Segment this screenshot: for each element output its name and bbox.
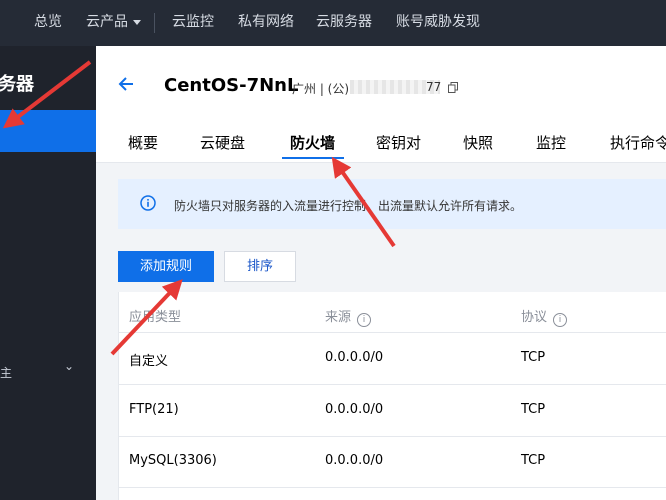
info-notice: 防火墙只对服务器的入流量进行控制，出流量默认允许所有请求。 <box>118 179 666 229</box>
table-cell-protocol: TCP <box>521 402 546 417</box>
copy-icon[interactable] <box>448 82 458 93</box>
notice-text: 防火墙只对服务器的入流量进行控制，出流量默认允许所有请求。 <box>174 199 523 213</box>
nav-cloud-server[interactable]: 云服务器 <box>316 0 372 46</box>
column-header-label: 应用类型 <box>129 310 182 325</box>
tab-overview[interactable]: 概要 <box>128 132 158 153</box>
table-cell-source: 0.0.0.0/0 <box>325 350 384 365</box>
column-header-label: 协议 <box>521 310 548 325</box>
help-icon[interactable]: i <box>357 313 372 327</box>
nav-account-threat[interactable]: 账号威胁发现 <box>396 0 480 46</box>
chevron-down-icon[interactable]: ⌄ <box>64 359 74 373</box>
nav-private-network[interactable]: 私有网络 <box>238 0 294 46</box>
sidebar-title: 务器 <box>0 74 34 95</box>
back-arrow-icon[interactable] <box>118 76 134 92</box>
sort-button[interactable]: 排序 <box>224 251 296 282</box>
row-divider <box>119 487 666 488</box>
nav-products-label: 云产品 <box>86 14 128 30</box>
tab-firewall[interactable]: 防火墙 <box>290 132 335 153</box>
tab-cloud-disk[interactable]: 云硬盘 <box>200 132 245 153</box>
active-tab-indicator <box>282 157 344 159</box>
table-cell-app: MySQL(3306) <box>129 453 217 468</box>
column-header-protocol: 协议 i <box>521 306 568 327</box>
table-cell-protocol: TCP <box>521 453 546 468</box>
main-content: CentOS-7NnL 广州 | (公) 77 概要 云硬盘 防火墙 密钥对 快… <box>96 46 666 500</box>
table-cell-protocol: TCP <box>521 350 546 365</box>
instance-ip-suffix: 77 <box>426 80 442 94</box>
info-icon <box>140 195 156 211</box>
tab-snapshot[interactable]: 快照 <box>463 132 493 153</box>
chevron-down-icon <box>133 19 141 25</box>
nav-divider <box>154 13 155 33</box>
firewall-rules-table: 应用类型 来源 i 协议 i 自定义 0.0.0.0/0 TCP FTP(21) 0… <box>118 292 666 500</box>
column-header-label: 来源 <box>325 310 352 325</box>
table-cell-source: 0.0.0.0/0 <box>325 402 384 417</box>
tab-key-pair[interactable]: 密钥对 <box>376 132 421 153</box>
tab-monitoring[interactable]: 监控 <box>536 132 566 153</box>
table-cell-app: FTP(21) <box>129 402 179 417</box>
sidebar: 务器 主 ⌄ <box>0 46 96 500</box>
nav-overview[interactable]: 总览 <box>34 0 62 46</box>
instance-region: 广州 | (公) <box>292 82 350 96</box>
column-header-app-type: 应用类型 <box>129 306 181 325</box>
row-divider <box>119 332 666 333</box>
sidebar-item-active[interactable] <box>0 110 96 152</box>
help-icon[interactable]: i <box>553 313 568 327</box>
row-divider <box>119 384 666 385</box>
table-cell-app: 自定义 <box>129 354 169 369</box>
sidebar-item-collapsed[interactable]: 主 <box>0 364 12 381</box>
tab-run-command[interactable]: 执行命令 <box>610 132 666 153</box>
top-navbar: 总览 云产品 云监控 私有网络 云服务器 账号威胁发现 <box>0 0 666 46</box>
nav-products[interactable]: 云产品 <box>86 0 141 46</box>
instance-name: CentOS-7NnL <box>164 75 299 96</box>
add-rule-button[interactable]: 添加规则 <box>118 251 214 282</box>
row-divider <box>119 436 666 437</box>
tab-bar: 概要 云硬盘 防火墙 密钥对 快照 监控 执行命令 <box>96 116 666 163</box>
table-cell-source: 0.0.0.0/0 <box>325 453 384 468</box>
column-header-source: 来源 i <box>325 306 372 327</box>
nav-cloud-monitor[interactable]: 云监控 <box>172 0 214 46</box>
